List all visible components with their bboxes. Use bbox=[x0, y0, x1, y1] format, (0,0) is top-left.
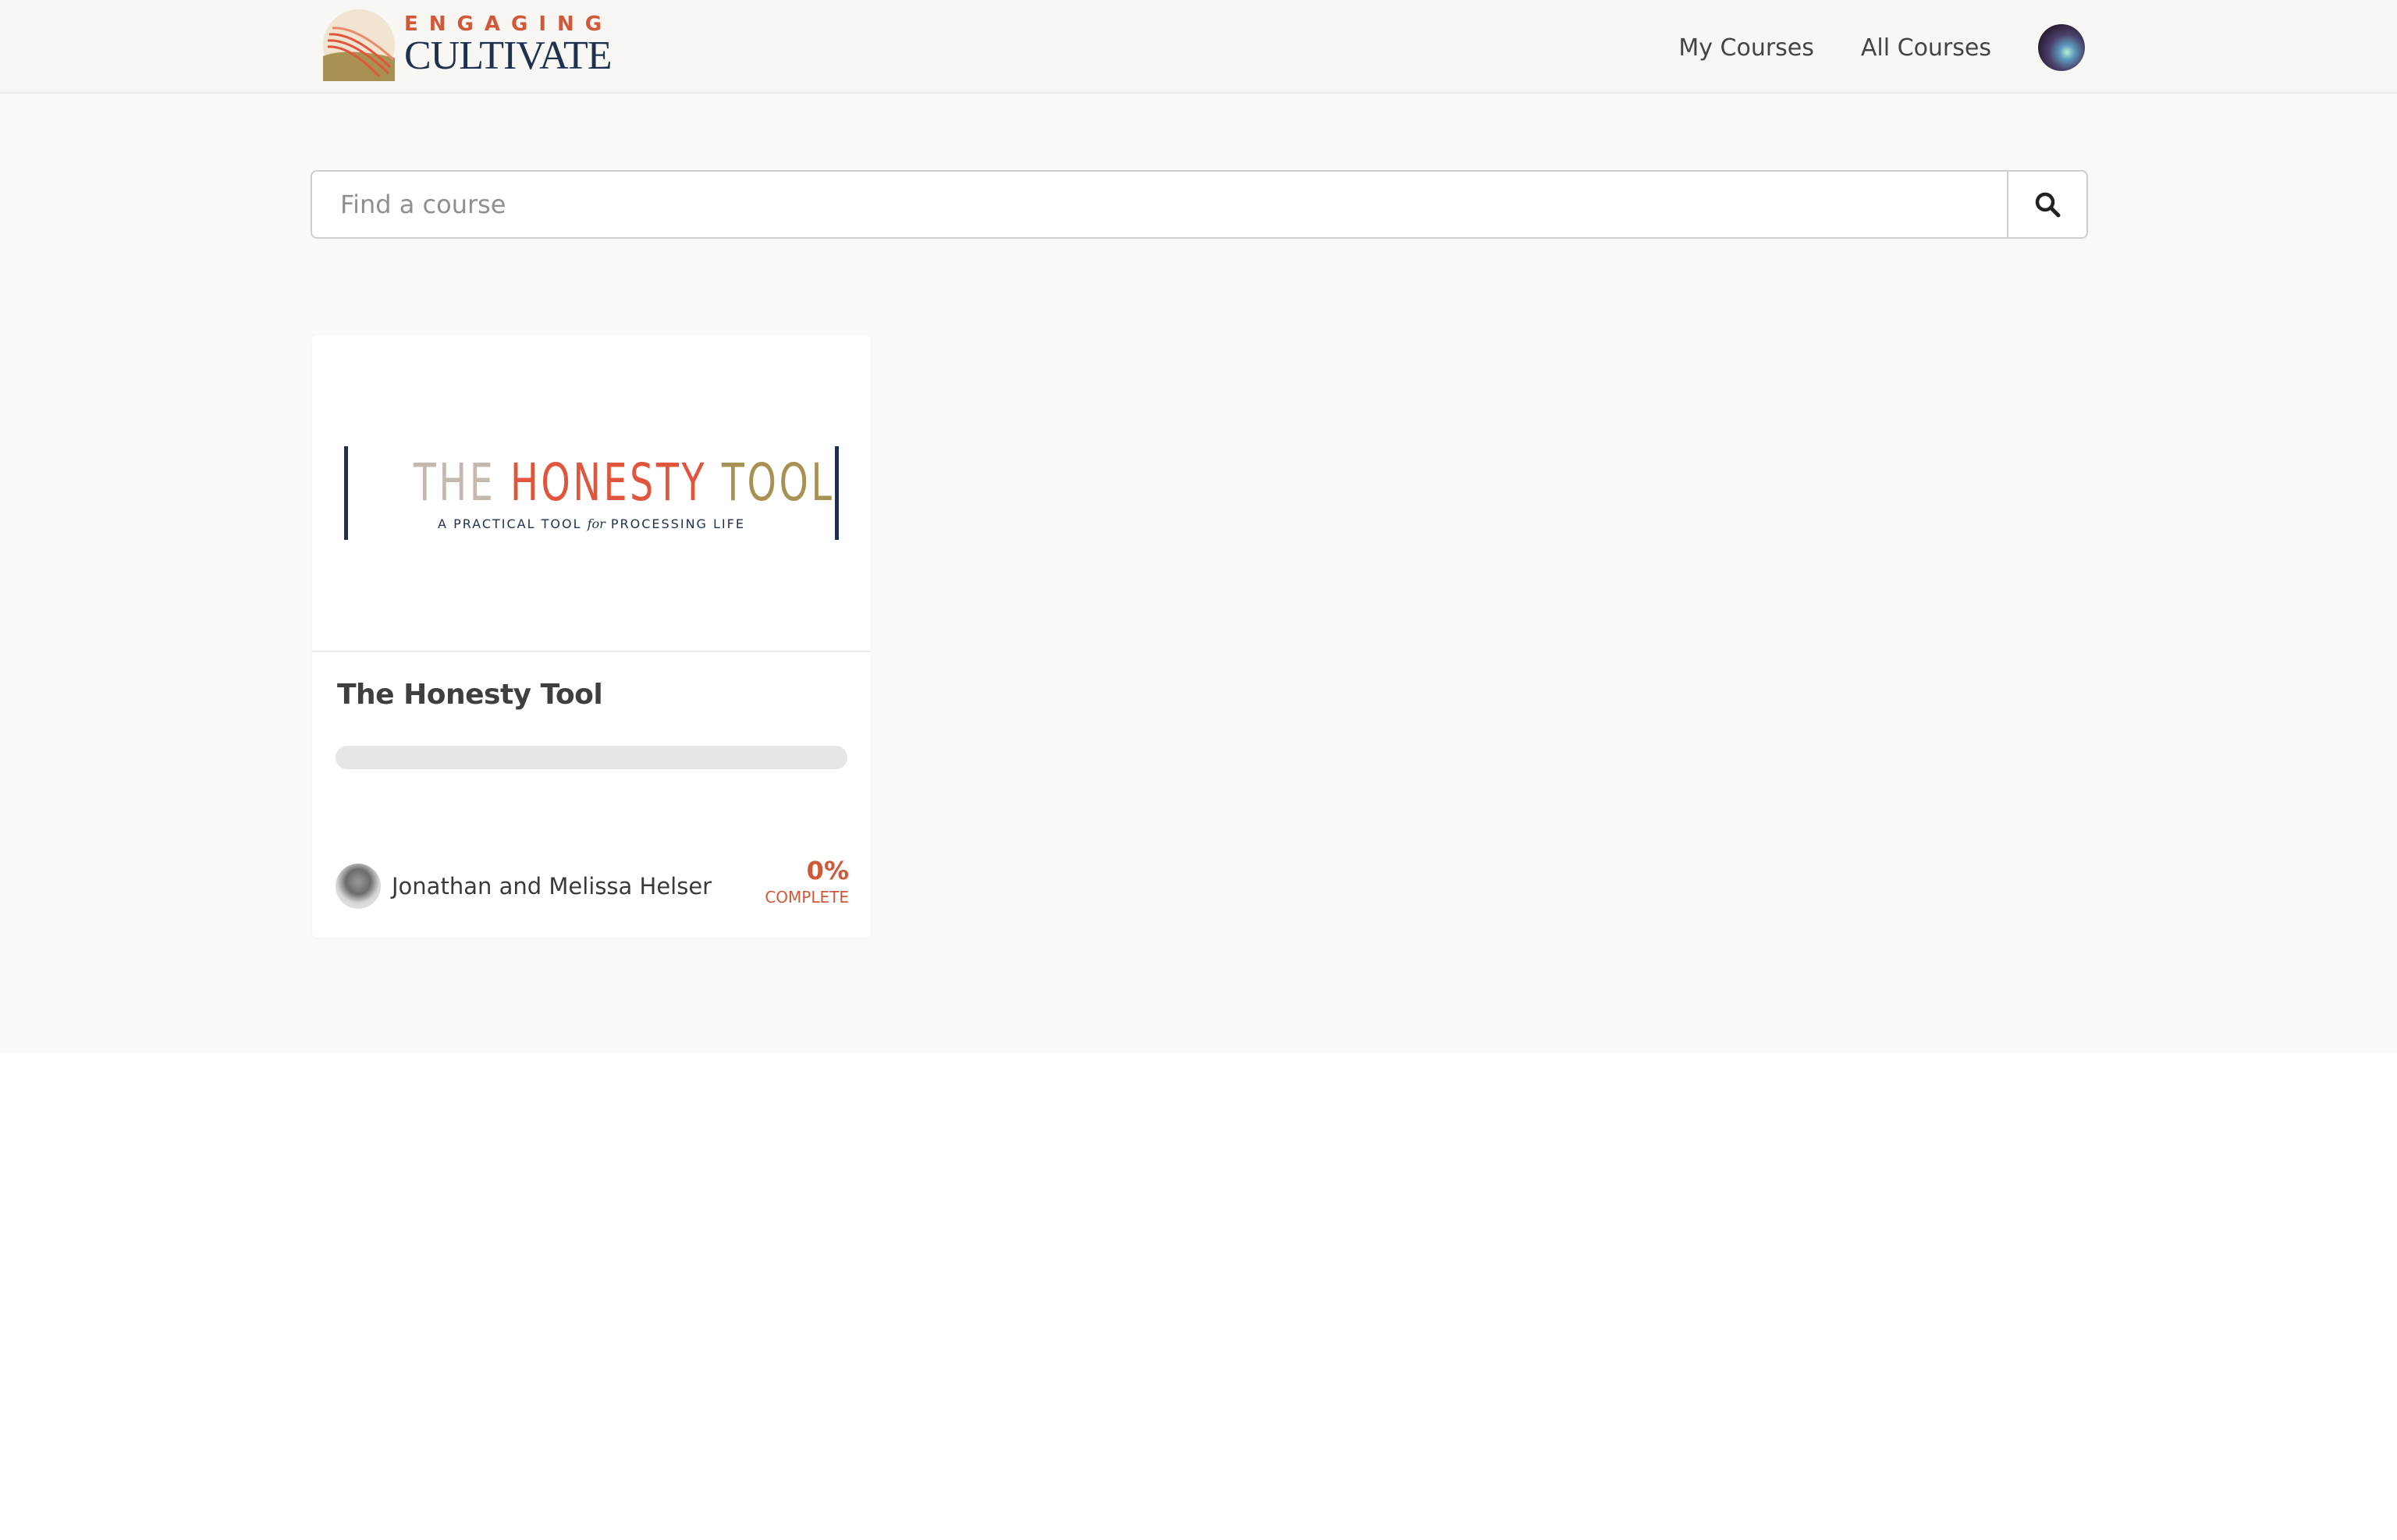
course-progress-bar bbox=[336, 746, 847, 769]
logo-text-cultivate: CULTIVATE bbox=[404, 34, 612, 78]
cover-subtitle-for: for bbox=[587, 516, 605, 531]
cover-right-bar bbox=[835, 446, 839, 540]
author-avatar bbox=[336, 864, 381, 909]
nav-my-courses-link[interactable]: My Courses bbox=[1678, 34, 1814, 62]
main-nav: My Courses All Courses bbox=[1678, 22, 2085, 73]
site-logo[interactable]: ENGAGING CULTIVATE bbox=[323, 8, 612, 83]
nav-all-courses-link[interactable]: All Courses bbox=[1861, 34, 1991, 62]
course-author: Jonathan and Melissa Helser bbox=[336, 863, 712, 910]
cover-title: THE HONESTY TOOL bbox=[414, 457, 832, 509]
cover-subtitle-part1: A PRACTICAL TOOL bbox=[438, 516, 582, 531]
course-completion: 0% COMPLETE bbox=[765, 858, 849, 905]
course-search bbox=[311, 170, 2088, 239]
cover-subtitle: A PRACTICAL TOOL for PROCESSING LIFE bbox=[344, 516, 839, 531]
cover-title-honesty: HONESTY bbox=[510, 452, 708, 513]
course-cover-logo: THE HONESTY TOOL A PRACTICAL TOOL for PR… bbox=[344, 446, 839, 540]
search-icon bbox=[2035, 192, 2061, 218]
logo-text-engaging: ENGAGING bbox=[404, 12, 613, 36]
top-navigation-bar: ENGAGING CULTIVATE My Courses All Course… bbox=[0, 0, 2397, 94]
course-cover-image[interactable]: THE HONESTY TOOL A PRACTICAL TOOL for PR… bbox=[312, 335, 871, 652]
cover-title-the: THE bbox=[413, 452, 496, 513]
logo-mark-icon bbox=[323, 9, 395, 81]
search-button[interactable] bbox=[2007, 172, 2086, 237]
cover-subtitle-part2: PROCESSING LIFE bbox=[610, 516, 745, 531]
user-avatar[interactable] bbox=[2038, 24, 2085, 71]
completion-label: COMPLETE bbox=[765, 888, 849, 907]
course-card[interactable]: THE HONESTY TOOL A PRACTICAL TOOL for PR… bbox=[312, 335, 871, 938]
cover-title-tool: TOOL bbox=[721, 452, 835, 513]
course-title[interactable]: The Honesty Tool bbox=[337, 679, 603, 711]
author-name: Jonathan and Melissa Helser bbox=[392, 873, 712, 900]
completion-percent: 0% bbox=[806, 856, 849, 885]
search-input[interactable] bbox=[312, 172, 2007, 237]
